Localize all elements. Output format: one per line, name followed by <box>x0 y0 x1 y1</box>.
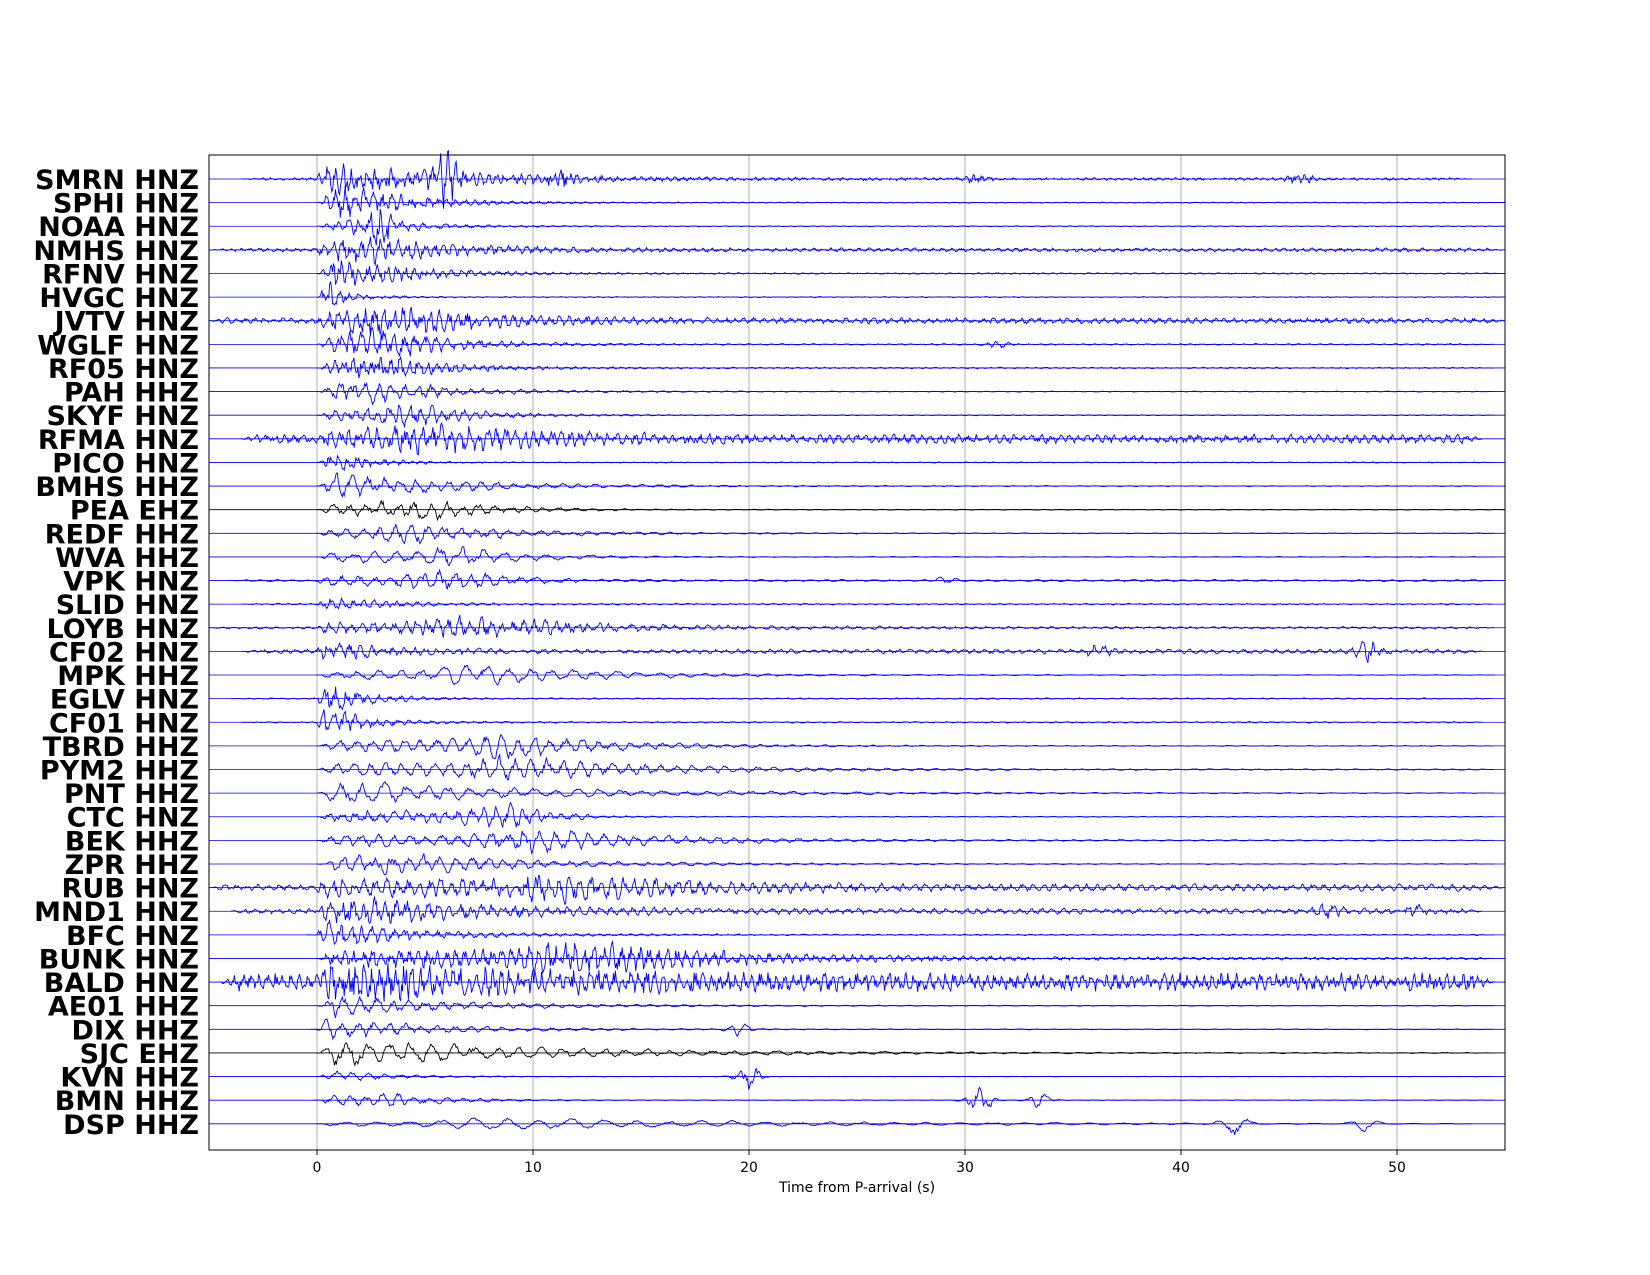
waveform-trace <box>317 733 1495 760</box>
waveform-trace <box>317 801 1495 829</box>
waveform-trace <box>230 686 1494 711</box>
waveform-trace <box>230 896 1483 924</box>
waveform-trace <box>317 208 1505 246</box>
x-tick-label: 10 <box>524 1160 542 1176</box>
waveform-trace <box>317 381 1495 406</box>
waveform-trace <box>208 306 1505 336</box>
waveform-trace <box>241 640 1483 663</box>
x-axis-label: Time from P-arrival (s) <box>778 1180 935 1196</box>
waveform-trace <box>241 149 1473 209</box>
waveform-trace <box>317 185 1505 218</box>
waveform-trace <box>316 280 1505 306</box>
waveform-trace <box>316 940 1495 975</box>
waveform-trace <box>316 454 1495 472</box>
waveform-trace <box>317 546 1495 567</box>
waveform-trace <box>219 963 1495 1002</box>
x-tick-label: 0 <box>313 1160 322 1176</box>
waveform-trace <box>306 919 1494 946</box>
waveform-trace <box>317 1117 1472 1135</box>
seismogram-record-section: SMRN HNZSPHI HNZNOAA HNZNMHS HNZRFNV HNZ… <box>33 149 1506 1196</box>
waveform-trace <box>316 1067 1495 1090</box>
station-label: DSP HHZ <box>63 1110 199 1141</box>
waveform-trace <box>316 995 1495 1018</box>
waveform-trace <box>241 709 1483 731</box>
waveform-trace <box>209 615 1495 638</box>
waveform-trace <box>316 260 1505 286</box>
waveform-trace <box>317 780 1495 804</box>
waveform-trace <box>208 874 1505 905</box>
waveform-trace <box>317 523 1495 545</box>
waveform-trace <box>241 597 1494 610</box>
grid-lines <box>316 155 1398 1150</box>
x-axis-ticks: 0 10 20 30 40 50 <box>313 1150 1406 1176</box>
waveform-trace <box>316 852 1495 876</box>
waveform-traces <box>208 149 1505 1135</box>
waveform-trace <box>316 829 1495 856</box>
waveform-trace <box>317 404 1495 428</box>
waveform-trace <box>230 568 1494 590</box>
waveform-trace <box>209 236 1505 267</box>
x-tick-label: 20 <box>740 1160 758 1176</box>
waveform-trace <box>316 1041 1495 1067</box>
x-tick-label: 30 <box>956 1160 974 1176</box>
waveform-trace <box>316 472 1495 498</box>
waveform-trace <box>316 499 1505 522</box>
waveform-trace <box>312 1086 1494 1109</box>
station-labels: SMRN HNZSPHI HNZNOAA HNZNMHS HNZRFNV HNZ… <box>33 165 199 1141</box>
x-tick-label: 40 <box>1172 1160 1190 1176</box>
waveform-trace <box>316 326 1495 357</box>
x-tick-label: 50 <box>1388 1160 1406 1176</box>
